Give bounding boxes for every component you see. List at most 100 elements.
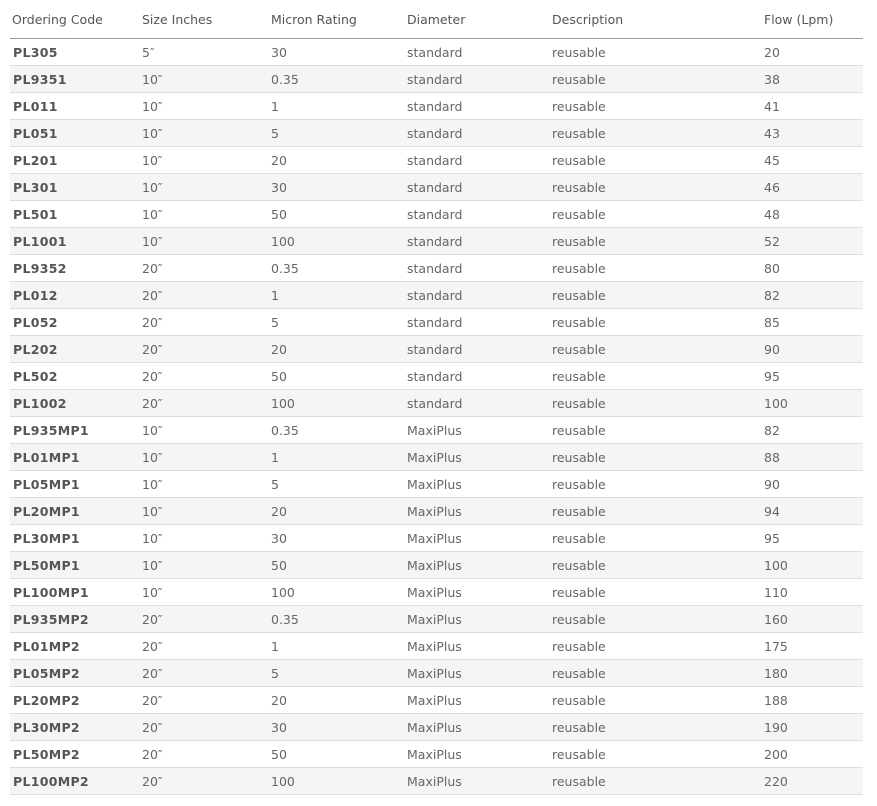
cell-ordering-code: PL9352: [10, 254, 139, 282]
cell-description: reusable: [549, 146, 761, 174]
cell-diameter: standard: [404, 173, 549, 201]
cell-flow: 45: [761, 146, 863, 174]
cell-size-inches: 10″: [139, 497, 268, 525]
cell-diameter: standard: [404, 281, 549, 309]
table-row: PL011 10″ 1 standard reusable 41: [10, 92, 863, 120]
table-row: PL50MP2 20″ 50 MaxiPlus reusable 200: [10, 740, 863, 768]
cell-flow: 43: [761, 119, 863, 147]
cell-flow: 94: [761, 497, 863, 525]
cell-size-inches: 20″: [139, 632, 268, 660]
cell-diameter: MaxiPlus: [404, 632, 549, 660]
table-row: PL100MP1 10″ 100 MaxiPlus reusable 110: [10, 578, 863, 606]
cell-flow: 52: [761, 227, 863, 255]
header-diameter: Diameter: [404, 0, 549, 39]
cell-ordering-code: PL100MP1: [10, 578, 139, 606]
cell-flow: 190: [761, 713, 863, 741]
cell-size-inches: 10″: [139, 173, 268, 201]
cell-micron-rating: 5: [268, 659, 404, 687]
cell-ordering-code: PL052: [10, 308, 139, 336]
cell-description: reusable: [549, 686, 761, 714]
header-flow: Flow (Lpm): [761, 0, 863, 39]
cell-size-inches: 20″: [139, 713, 268, 741]
cell-micron-rating: 20: [268, 686, 404, 714]
cell-description: reusable: [549, 632, 761, 660]
cell-flow: 82: [761, 281, 863, 309]
cell-micron-rating: 0.35: [268, 416, 404, 444]
cell-diameter: MaxiPlus: [404, 524, 549, 552]
cell-diameter: standard: [404, 389, 549, 417]
cell-description: reusable: [549, 497, 761, 525]
table-row: PL1002 20″ 100 standard reusable 100: [10, 389, 863, 417]
cell-description: reusable: [549, 389, 761, 417]
table-row: PL502 20″ 50 standard reusable 95: [10, 362, 863, 390]
cell-micron-rating: 1: [268, 443, 404, 471]
cell-diameter: standard: [404, 254, 549, 282]
cell-micron-rating: 100: [268, 767, 404, 795]
cell-description: reusable: [549, 227, 761, 255]
cell-micron-rating: 30: [268, 713, 404, 741]
cell-size-inches: 20″: [139, 335, 268, 363]
table-row: PL305 5″ 30 standard reusable 20: [10, 38, 863, 66]
cell-diameter: standard: [404, 119, 549, 147]
cell-flow: 175: [761, 632, 863, 660]
cell-ordering-code: PL1001: [10, 227, 139, 255]
table-row: PL935MP2 20″ 0.35 MaxiPlus reusable 160: [10, 605, 863, 633]
cell-description: reusable: [549, 551, 761, 579]
cell-ordering-code: PL50MP2: [10, 740, 139, 768]
cell-size-inches: 20″: [139, 605, 268, 633]
cell-ordering-code: PL20MP1: [10, 497, 139, 525]
cell-diameter: MaxiPlus: [404, 767, 549, 795]
cell-description: reusable: [549, 335, 761, 363]
cell-size-inches: 10″: [139, 524, 268, 552]
cell-description: reusable: [549, 308, 761, 336]
cell-size-inches: 5″: [139, 38, 268, 66]
table-row: PL50MP1 10″ 50 MaxiPlus reusable 100: [10, 551, 863, 579]
cell-flow: 90: [761, 335, 863, 363]
cell-description: reusable: [549, 200, 761, 228]
cell-ordering-code: PL301: [10, 173, 139, 201]
cell-description: reusable: [549, 362, 761, 390]
cell-size-inches: 10″: [139, 92, 268, 120]
cell-diameter: standard: [404, 92, 549, 120]
cell-description: reusable: [549, 173, 761, 201]
header-size-inches: Size Inches: [139, 0, 268, 39]
cell-micron-rating: 1: [268, 92, 404, 120]
cell-micron-rating: 50: [268, 200, 404, 228]
header-ordering-code: Ordering Code: [10, 0, 139, 39]
cell-ordering-code: PL935MP1: [10, 416, 139, 444]
table-header: Ordering Code Size Inches Micron Rating …: [10, 0, 863, 39]
cell-description: reusable: [549, 92, 761, 120]
product-table-container: Ordering Code Size Inches Micron Rating …: [10, 0, 863, 795]
cell-ordering-code: PL1002: [10, 389, 139, 417]
cell-ordering-code: PL05MP1: [10, 470, 139, 498]
table-row: PL012 20″ 1 standard reusable 82: [10, 281, 863, 309]
cell-flow: 20: [761, 38, 863, 66]
cell-ordering-code: PL012: [10, 281, 139, 309]
cell-diameter: MaxiPlus: [404, 713, 549, 741]
cell-flow: 95: [761, 524, 863, 552]
cell-ordering-code: PL201: [10, 146, 139, 174]
cell-ordering-code: PL50MP1: [10, 551, 139, 579]
table-body: PL305 5″ 30 standard reusable 20 PL9351 10″ 0.35…: [10, 38, 863, 795]
header-description: Description: [549, 0, 761, 39]
cell-size-inches: 10″: [139, 551, 268, 579]
product-table: Ordering Code Size Inches Micron Rating …: [10, 0, 863, 795]
cell-ordering-code: PL01MP2: [10, 632, 139, 660]
cell-description: reusable: [549, 119, 761, 147]
cell-flow: 220: [761, 767, 863, 795]
table-row: PL100MP2 20″ 100 MaxiPlus reusable 220: [10, 767, 863, 795]
cell-diameter: standard: [404, 65, 549, 93]
cell-flow: 82: [761, 416, 863, 444]
cell-ordering-code: PL20MP2: [10, 686, 139, 714]
table-row: PL01MP2 20″ 1 MaxiPlus reusable 175: [10, 632, 863, 660]
cell-flow: 100: [761, 389, 863, 417]
cell-micron-rating: 30: [268, 38, 404, 66]
table-row: PL30MP2 20″ 30 MaxiPlus reusable 190: [10, 713, 863, 741]
cell-ordering-code: PL502: [10, 362, 139, 390]
cell-micron-rating: 50: [268, 551, 404, 579]
cell-size-inches: 10″: [139, 443, 268, 471]
table-row: PL1001 10″ 100 standard reusable 52: [10, 227, 863, 255]
cell-diameter: standard: [404, 38, 549, 66]
cell-diameter: MaxiPlus: [404, 740, 549, 768]
table-row: PL20MP1 10″ 20 MaxiPlus reusable 94: [10, 497, 863, 525]
